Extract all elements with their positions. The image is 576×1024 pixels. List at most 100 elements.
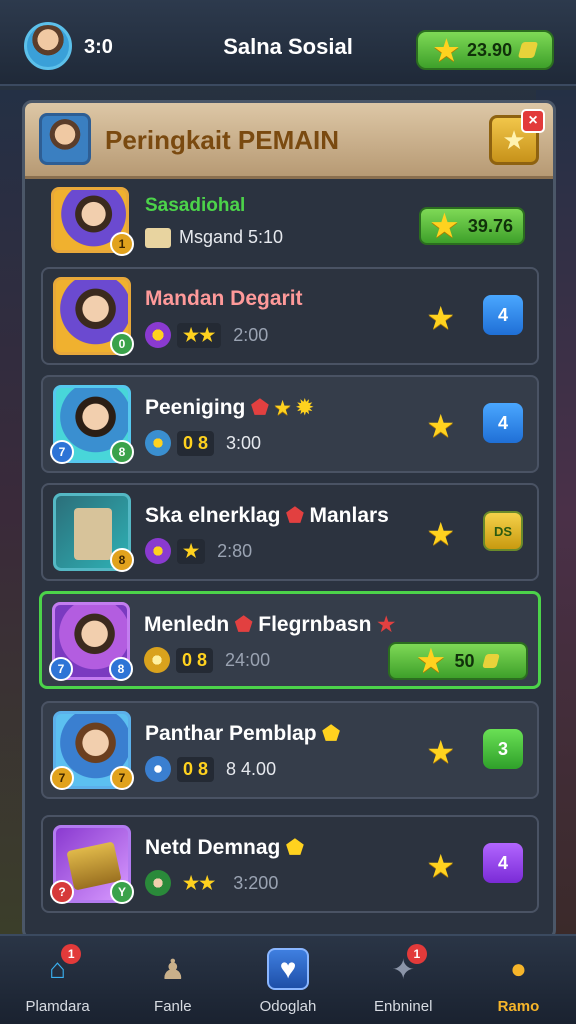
star-icon: ★	[426, 516, 455, 552]
row-name-suffix: Manlars	[309, 504, 389, 527]
star-icon: ★	[426, 408, 455, 444]
row-name: Ska elnerklag ⬟ Manlars	[145, 503, 389, 528]
row-avatar: 7 8	[49, 602, 133, 681]
row-avatar: 0	[53, 277, 134, 356]
nav-label: Ramo	[497, 998, 540, 1015]
points-button[interactable]: ★ 50	[388, 642, 528, 680]
mail-icon	[145, 227, 171, 248]
list-item[interactable]: 7 7 Panthar Pemblap ⬟ 0 8 8 4.00 ★ 3	[41, 701, 539, 799]
star-icon: ★	[377, 614, 396, 636]
close-button[interactable]: ×	[521, 109, 545, 133]
rank-badge[interactable]: 4	[483, 403, 523, 443]
star-icon: ★	[426, 848, 455, 884]
coin-balance: 23.90	[467, 39, 513, 60]
player-entry-avatar: 1	[51, 187, 134, 256]
level-badge: 8	[109, 657, 133, 681]
star-icon: ★	[431, 209, 458, 243]
coin-balance-button[interactable]: ★ 23.90	[416, 30, 554, 70]
row-name: Netd Demnag ⬟	[145, 835, 304, 860]
nav-label: Odoglah	[259, 998, 317, 1015]
row-stars: 0 8	[177, 430, 215, 456]
row-avatar: 8	[53, 493, 134, 572]
player-entry-points: ★ 39.76	[419, 207, 525, 245]
level-badge: 1	[110, 232, 134, 256]
nav-item-home[interactable]: ⌂ 1 Plamdara	[0, 936, 115, 1024]
row-name-text: Peeniging	[145, 396, 246, 419]
list-item[interactable]: 0 Mandan Degarit ★★ 2:00 ★ 4	[41, 267, 539, 365]
row-time: 3:200	[233, 872, 279, 893]
rank-badge[interactable]: 4	[483, 843, 523, 883]
sword-gem-icon	[145, 322, 171, 348]
row-stats: 0 8 3:00	[145, 429, 261, 457]
notification-badge: 1	[406, 944, 427, 964]
points-value: 50	[454, 650, 475, 671]
list-item[interactable]: 8 Ska elnerklag ⬟ Manlars ★ 2:80 ★ DS	[41, 483, 539, 581]
nav-label: Enbninel	[374, 998, 433, 1015]
level-badge: Y	[110, 880, 134, 904]
row-name-text: Panthar Pemblap	[145, 722, 317, 745]
row-stats: ★★ 2:00	[145, 321, 268, 349]
star-icon: ★	[274, 398, 291, 418]
player-entry[interactable]: 1 Sasadiohal Msgand 5:10 ★ 39.76	[25, 179, 553, 265]
speech-icon: ●	[509, 953, 527, 984]
leaderboard-panel: Peringkait PEMAIN ★ × 1 Sasadiohal Msgan…	[22, 100, 556, 940]
player-entry-name: Sasadiohal	[145, 195, 246, 216]
header-avatar	[39, 113, 91, 165]
shield-heart-icon: ♥	[267, 948, 309, 990]
gem-icon	[145, 538, 171, 564]
row-stats: ★ 2:80	[145, 537, 252, 565]
row-stars: 0 8	[177, 756, 215, 782]
level-badge: 8	[110, 440, 134, 464]
row-name: Menledn ⬟ Flegrnbasn ★	[144, 612, 395, 637]
star-icon: ★	[426, 734, 455, 770]
level-badge: 7	[50, 766, 74, 790]
robot-icon	[74, 508, 112, 560]
row-avatar: ? Y	[50, 825, 134, 904]
nav-item-profile[interactable]: ♟ Fanle	[115, 936, 230, 1024]
row-name-text: Ska elnerklag	[145, 504, 281, 527]
level-badge: 8	[110, 548, 134, 572]
badge-icon: ⬟	[286, 837, 304, 859]
player-entry-detail-wrap: Msgand 5:10	[145, 227, 283, 248]
list-item[interactable]: ? Y Netd Demnag ⬟ ★★ 3:200 ★ 4	[41, 815, 539, 913]
list-item[interactable]: 7 8 Peeniging ⬟ ★ ✹ 0 8 3:00 ★ 4	[41, 375, 539, 473]
bottom-nav: ⌂ 1 Plamdara ♟ Fanle ♥ Odoglah ✦ 1 Enbni…	[0, 934, 576, 1024]
rank-badge[interactable]: 3	[483, 729, 523, 769]
row-time: 2:00	[233, 324, 269, 345]
rank-badge[interactable]: DS	[483, 511, 523, 551]
coin-icon	[144, 647, 170, 673]
nav-item-center[interactable]: ♥ Odoglah	[230, 936, 345, 1024]
player-entry-detail: Msgand 5:10	[179, 227, 284, 247]
row-name-text: Menledn	[144, 613, 230, 636]
badge-icon: ⬟	[322, 723, 340, 745]
add-coins-icon	[517, 42, 539, 58]
row-name-text: Netd Demnag	[145, 836, 281, 859]
star-icon: ★	[426, 300, 455, 336]
row-time: 3:00	[226, 432, 262, 453]
level-badge: ?	[50, 880, 74, 904]
shield-icon: ⬟	[251, 397, 269, 419]
row-name: Panthar Pemblap ⬟	[145, 721, 340, 746]
row-time: 2:80	[217, 540, 253, 561]
shield-icon: ⬟	[235, 614, 253, 636]
nav-item-chat[interactable]: ● Ramo	[461, 936, 576, 1024]
row-name: Peeniging ⬟ ★ ✹	[145, 395, 313, 420]
gem-icon	[145, 430, 171, 456]
row-name: Mandan Degarit	[145, 287, 303, 310]
nav-label: Fanle	[154, 998, 192, 1015]
rank-badge[interactable]: 4	[483, 295, 523, 335]
star-icon: ★	[417, 644, 445, 678]
list-item-highlighted[interactable]: 7 8 Menledn ⬟ Flegrnbasn ★ 0 8 24:00 ★ 5…	[39, 591, 541, 689]
pawn-icon: ♟	[160, 953, 186, 985]
row-time: 8 4.00	[226, 758, 277, 779]
level-badge: 7	[49, 657, 73, 681]
row-stats: 0 8 24:00	[144, 646, 270, 674]
panel-title: Peringkait PEMAIN	[105, 125, 340, 155]
row-stars: ★	[177, 538, 206, 564]
row-stars: ★★	[177, 322, 222, 348]
gear-icon: ✹	[296, 397, 314, 419]
row-stats: 0 8 8 4.00	[145, 755, 276, 783]
nav-item-events[interactable]: ✦ 1 Enbninel	[346, 936, 461, 1024]
row-time: 24:00	[225, 649, 271, 670]
row-avatar: 7 7	[50, 711, 134, 790]
